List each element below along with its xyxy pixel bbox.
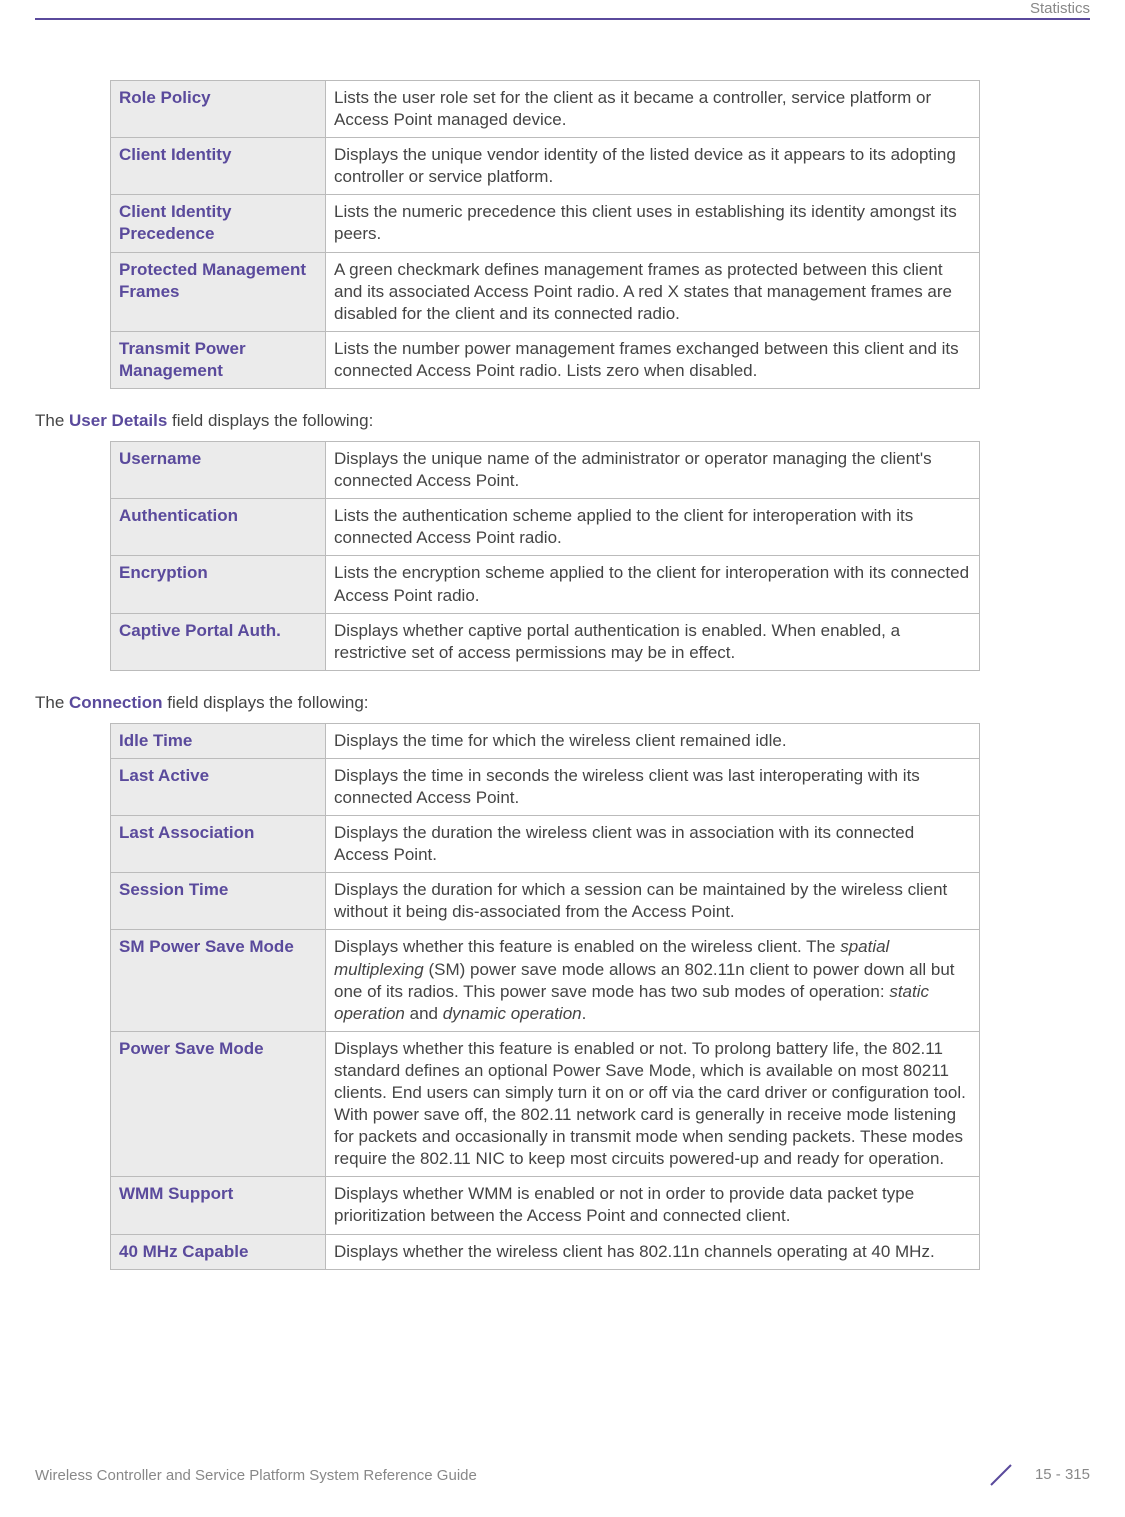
term-cell: Role Policy [111, 81, 326, 138]
page-footer: Wireless Controller and Service Platform… [35, 1461, 1090, 1489]
slash-icon [983, 1461, 1019, 1489]
table-row: AuthenticationLists the authentication s… [111, 499, 980, 556]
desc-cell: Lists the number power management frames… [326, 331, 980, 388]
header-rule [35, 18, 1090, 20]
section2-bold: Connection [69, 693, 163, 712]
term-cell: Protected Management Frames [111, 252, 326, 331]
table-row: Session TimeDisplays the duration for wh… [111, 873, 980, 930]
desc-cell: Lists the user role set for the client a… [326, 81, 980, 138]
table-row: SM Power Save ModeDisplays whether this … [111, 930, 980, 1031]
term-cell: Last Association [111, 816, 326, 873]
table-row: Role PolicyLists the user role set for t… [111, 81, 980, 138]
term-cell: Idle Time [111, 723, 326, 758]
section-user-details-intro: The User Details field displays the foll… [35, 411, 1090, 431]
header-section-label: Statistics [1030, 0, 1090, 17]
table-row: Power Save ModeDisplays whether this fea… [111, 1031, 980, 1177]
table-user-details: UsernameDisplays the unique name of the … [110, 441, 980, 671]
table-row: Protected Management FramesA green check… [111, 252, 980, 331]
desc-cell: A green checkmark defines management fra… [326, 252, 980, 331]
section1-suffix: field displays the following: [167, 411, 373, 430]
desc-cell: Displays the duration for which a sessio… [326, 873, 980, 930]
term-cell: Last Active [111, 758, 326, 815]
desc-cell: Displays the unique name of the administ… [326, 442, 980, 499]
table2-body: UsernameDisplays the unique name of the … [111, 442, 980, 671]
desc-cell: Displays the time in seconds the wireles… [326, 758, 980, 815]
term-cell: Session Time [111, 873, 326, 930]
term-cell: WMM Support [111, 1177, 326, 1234]
footer-right-group: 15 - 315 [983, 1461, 1090, 1489]
term-cell: Username [111, 442, 326, 499]
table-client-properties: Role PolicyLists the user role set for t… [110, 80, 980, 389]
desc-cell: Lists the encryption scheme applied to t… [326, 556, 980, 613]
page-content: Role PolicyLists the user role set for t… [35, 80, 1090, 1290]
footer-page-number: 15 - 315 [1035, 1466, 1090, 1483]
table-row: Transmit Power ManagementLists the numbe… [111, 331, 980, 388]
table3-body: Idle TimeDisplays the time for which the… [111, 723, 980, 1269]
table-row: UsernameDisplays the unique name of the … [111, 442, 980, 499]
term-cell: 40 MHz Capable [111, 1234, 326, 1269]
term-cell: Authentication [111, 499, 326, 556]
table-connection: Idle TimeDisplays the time for which the… [110, 723, 980, 1270]
table-row: WMM SupportDisplays whether WMM is enabl… [111, 1177, 980, 1234]
term-cell: Client Identity [111, 138, 326, 195]
term-cell: SM Power Save Mode [111, 930, 326, 1031]
footer-left: Wireless Controller and Service Platform… [35, 1467, 477, 1484]
term-cell: Power Save Mode [111, 1031, 326, 1177]
section2-prefix: The [35, 693, 69, 712]
section-connection-intro: The Connection field displays the follow… [35, 693, 1090, 713]
desc-cell: Lists the numeric precedence this client… [326, 195, 980, 252]
table-row: Last AssociationDisplays the duration th… [111, 816, 980, 873]
term-cell: Transmit Power Management [111, 331, 326, 388]
section2-suffix: field displays the following: [163, 693, 369, 712]
desc-cell: Displays the unique vendor identity of t… [326, 138, 980, 195]
table-row: Last ActiveDisplays the time in seconds … [111, 758, 980, 815]
table-row: Client IdentityDisplays the unique vendo… [111, 138, 980, 195]
term-cell: Encryption [111, 556, 326, 613]
section1-prefix: The [35, 411, 69, 430]
desc-cell: Lists the authentication scheme applied … [326, 499, 980, 556]
table-row: Captive Portal Auth.Displays whether cap… [111, 613, 980, 670]
table-row: Idle TimeDisplays the time for which the… [111, 723, 980, 758]
section1-bold: User Details [69, 411, 167, 430]
desc-cell: Displays whether the wireless client has… [326, 1234, 980, 1269]
table1-body: Role PolicyLists the user role set for t… [111, 81, 980, 389]
table-row: EncryptionLists the encryption scheme ap… [111, 556, 980, 613]
desc-cell: Displays the time for which the wireless… [326, 723, 980, 758]
table-row: Client Identity PrecedenceLists the nume… [111, 195, 980, 252]
desc-cell: Displays whether WMM is enabled or not i… [326, 1177, 980, 1234]
desc-cell: Displays the duration the wireless clien… [326, 816, 980, 873]
desc-cell: Displays whether this feature is enabled… [326, 1031, 980, 1177]
desc-cell: Displays whether captive portal authenti… [326, 613, 980, 670]
table-row: 40 MHz CapableDisplays whether the wirel… [111, 1234, 980, 1269]
term-cell: Client Identity Precedence [111, 195, 326, 252]
desc-cell: Displays whether this feature is enabled… [326, 930, 980, 1031]
term-cell: Captive Portal Auth. [111, 613, 326, 670]
